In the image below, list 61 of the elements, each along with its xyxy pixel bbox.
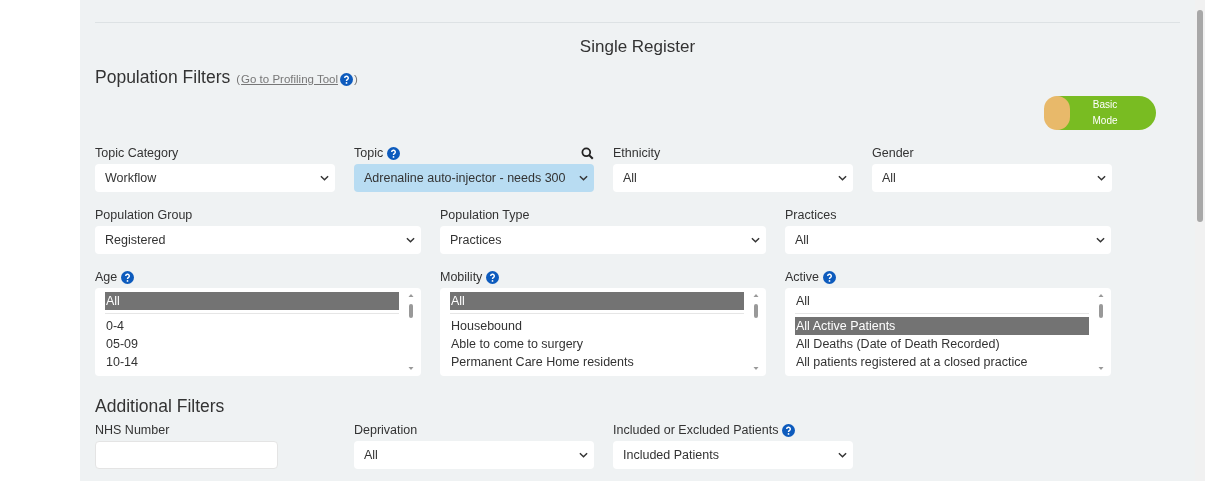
field-label: Ethnicity [613,146,661,160]
list-option[interactable]: All Active Patients [795,317,1089,335]
link-paren: ) [354,73,358,85]
dropdown[interactable]: Registered [95,226,421,254]
chevron-icon [751,237,760,243]
help-icon[interactable] [387,146,401,160]
field-label: Population Group [95,208,193,222]
help-icon[interactable] [823,270,837,284]
chevron-icon [838,175,847,181]
help-icon[interactable] [121,270,135,284]
field-label: Deprivation [354,423,418,437]
chevron-icon [320,175,329,181]
field-label: Practices [785,208,837,222]
chevron-icon [1097,175,1106,181]
list-option[interactable]: Able to come to surgery [450,335,744,353]
list-option[interactable]: All patients registered at a closed practice [795,353,1089,371]
list-option[interactable]: Permanent Care Home residents [450,353,744,371]
dropdown[interactable]: Workflow [95,164,335,192]
dropdown[interactable]: Included Patients [613,441,853,469]
help-icon[interactable] [340,72,353,86]
list-option[interactable]: 05-09 [105,335,399,353]
field-label: NHS Number [95,423,170,437]
list-option[interactable]: 0-4 [105,317,399,335]
chevron-icon [579,452,588,458]
help-icon[interactable] [486,270,500,284]
dropdown[interactable]: Practices [440,226,766,254]
chevron-icon [579,175,588,181]
list-option[interactable]: All [795,292,1089,310]
field-label: Topic [354,146,384,160]
scrollbar-drawing[interactable] [752,292,760,372]
section-heading: Additional Filters [95,396,226,417]
dropdown[interactable]: All [785,226,1111,254]
profiling-tool-link[interactable]: Go to Profiling Tool [241,72,353,86]
field-label: Mobility [440,270,483,284]
help-icon[interactable] [782,423,796,437]
list-option[interactable]: Housebound [450,317,744,335]
field-label: Age [95,270,118,284]
field-label: Gender [872,146,914,160]
dropdown[interactable]: Adrenaline auto-injector - needs 300 [354,164,594,192]
input-field[interactable] [95,441,278,469]
scrollbar[interactable] [1195,0,1205,481]
field-label: Included or Excluded Patients [613,423,779,437]
chevron-icon [406,237,415,243]
scrollbar-drawing[interactable] [407,292,415,372]
dropdown[interactable]: All [872,164,1112,192]
search-icon[interactable] [581,146,594,160]
page-title: Single Register [578,37,697,58]
field-label: Population Type [440,208,530,222]
chevron-icon [838,452,847,458]
field-label: Active [785,270,820,284]
list-option[interactable]: All Deaths (Date of Death Recorded) [795,335,1089,353]
link-paren: ( [236,73,241,85]
dropdown[interactable]: All [354,441,594,469]
section-heading: Population Filters [95,67,231,88]
scrollbar-drawing[interactable] [1097,292,1105,372]
chevron-icon [1096,237,1105,243]
field-label: Topic Category [95,146,179,160]
list-option[interactable]: 10-14 [105,353,399,371]
list-option[interactable]: All [105,292,399,310]
dropdown[interactable]: All [613,164,853,192]
list-option[interactable]: All [450,292,744,310]
